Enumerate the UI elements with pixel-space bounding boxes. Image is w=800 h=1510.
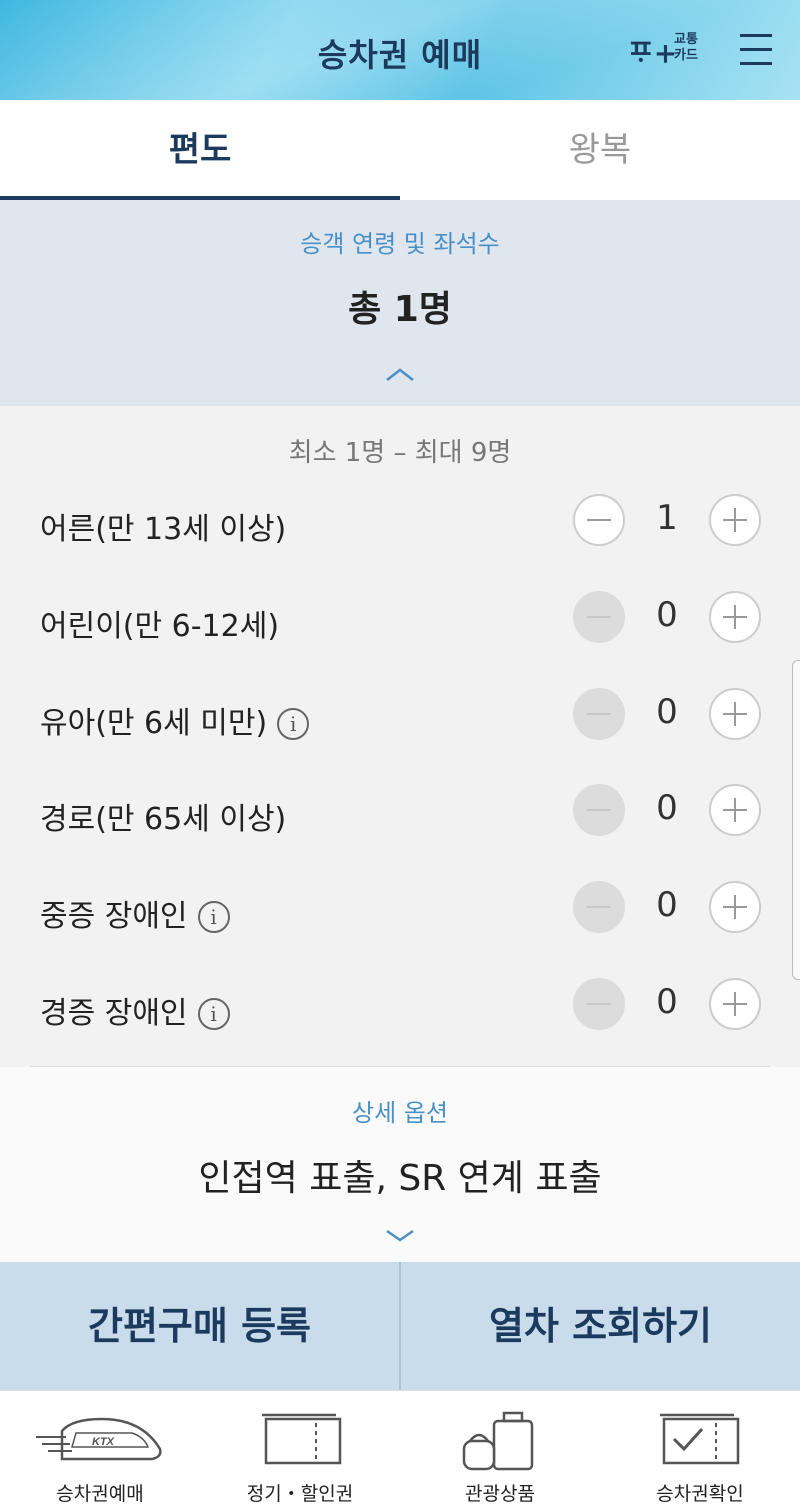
- transport-card-line1: 교통: [674, 32, 698, 47]
- nav-item-ticket-check[interactable]: 승차권확인: [600, 1391, 800, 1510]
- decrement-button[interactable]: [573, 591, 625, 643]
- passenger-row-infant: 유아(만 6세 미만) i 0: [0, 668, 800, 764]
- ktx-train-icon: KTX: [36, 1417, 162, 1461]
- tab-round-trip[interactable]: 왕복: [400, 100, 800, 200]
- increment-button[interactable]: [709, 881, 761, 933]
- search-trains-button[interactable]: 열차 조회하기: [401, 1262, 800, 1390]
- passenger-row-severe-disability: 중증 장애인 i 0: [0, 861, 800, 957]
- decrement-button[interactable]: [573, 494, 625, 546]
- side-scroll-handle[interactable]: [792, 660, 800, 980]
- passenger-label-text: 유아(만 6세 미만): [40, 706, 268, 741]
- passenger-count: 0: [656, 982, 678, 1022]
- info-icon[interactable]: i: [197, 901, 230, 933]
- passenger-total: 총 1명: [348, 289, 452, 330]
- nav-label: 승차권예매: [56, 1483, 144, 1505]
- passenger-count: 0: [656, 885, 678, 925]
- info-icon[interactable]: i: [277, 708, 310, 740]
- passenger-label: 어른(만 13세 이상): [40, 504, 286, 548]
- nav-label: 관광상품: [465, 1483, 535, 1505]
- passenger-row-adult: 어른(만 13세 이상) 1: [0, 474, 800, 570]
- passenger-label: 어린이(만 6-12세): [40, 601, 279, 645]
- transport-card-mark: ᄑᆞ+: [628, 37, 678, 70]
- options-section-label: 상세 옵션: [352, 1099, 448, 1127]
- passenger-row-senior: 경로(만 65세 이상) 0: [0, 764, 800, 860]
- app-header: 승차권 예매 ᄑᆞ+ 교통 카드: [0, 0, 800, 100]
- passenger-label-text: 경로(만 65세 이상): [40, 802, 287, 837]
- chevron-up-icon[interactable]: [384, 364, 416, 384]
- options-value: 인접역 표출, SR 연계 표출: [198, 1158, 602, 1199]
- passenger-label: 유아(만 6세 미만) i: [40, 698, 310, 742]
- passenger-count: 1: [656, 498, 678, 538]
- transport-card-logo[interactable]: ᄑᆞ+ 교통 카드: [628, 30, 708, 70]
- detail-options[interactable]: 상세 옵션 인접역 표출, SR 연계 표출: [0, 1067, 800, 1262]
- passenger-label-text: 경증 장애인: [40, 996, 188, 1031]
- increment-button[interactable]: [709, 978, 761, 1030]
- passenger-counter-panel: 최소 1명 – 최대 9명 어른(만 13세 이상) 1 어린이(만 6-12세…: [0, 406, 800, 1066]
- passenger-range-note: 최소 1명 – 최대 9명: [288, 438, 512, 468]
- ktx-badge-text: KTX: [92, 1436, 115, 1448]
- decrement-button[interactable]: [573, 978, 625, 1030]
- increment-button[interactable]: [709, 494, 761, 546]
- increment-button[interactable]: [709, 784, 761, 836]
- action-bar: 간편구매 등록 열차 조회하기: [0, 1262, 800, 1390]
- decrement-button[interactable]: [573, 688, 625, 740]
- nav-label: 승차권확인: [656, 1483, 744, 1505]
- nav-item-ticket-booking[interactable]: KTX 승차권예매: [0, 1391, 200, 1510]
- ticket-icon: [262, 1413, 342, 1465]
- increment-button[interactable]: [709, 591, 761, 643]
- passenger-label: 경증 장애인 i: [40, 988, 230, 1032]
- tab-one-way[interactable]: 편도: [0, 100, 400, 200]
- transport-card-text: 교통 카드: [674, 32, 698, 64]
- bottom-navigation: KTX 승차권예매 정기・할인권 관광상품 승차권확인: [0, 1390, 800, 1510]
- increment-button[interactable]: [709, 688, 761, 740]
- passenger-count: 0: [656, 788, 678, 828]
- quick-purchase-register-button[interactable]: 간편구매 등록: [0, 1262, 399, 1390]
- hamburger-menu-icon[interactable]: [740, 32, 774, 68]
- trip-type-tabs: 편도 왕복: [0, 100, 800, 200]
- transport-card-line2: 카드: [674, 48, 698, 63]
- luggage-icon: [462, 1411, 534, 1471]
- passenger-label: 경로(만 65세 이상): [40, 794, 286, 838]
- decrement-button[interactable]: [573, 784, 625, 836]
- passenger-count: 0: [656, 692, 678, 732]
- passenger-label-text: 어른(만 13세 이상): [40, 512, 287, 547]
- ticket-check-icon: [660, 1413, 740, 1465]
- nav-label: 정기・할인권: [246, 1483, 354, 1505]
- passenger-section-label: 승객 연령 및 좌석수: [300, 230, 500, 258]
- passenger-row-mild-disability: 경증 장애인 i 0: [0, 958, 800, 1054]
- chevron-down-icon[interactable]: [384, 1225, 416, 1245]
- nav-item-commuter-discount[interactable]: 정기・할인권: [200, 1391, 400, 1510]
- passenger-label-text: 중증 장애인: [40, 899, 188, 934]
- passenger-summary[interactable]: 승객 연령 및 좌석수 총 1명: [0, 200, 800, 406]
- passenger-count: 0: [656, 595, 678, 635]
- info-icon[interactable]: i: [197, 998, 230, 1030]
- passenger-label-text: 어린이(만 6-12세): [40, 609, 280, 644]
- nav-item-tour-products[interactable]: 관광상품: [400, 1391, 600, 1510]
- passenger-row-child: 어린이(만 6-12세) 0: [0, 571, 800, 667]
- passenger-label: 중증 장애인 i: [40, 891, 230, 935]
- decrement-button[interactable]: [573, 881, 625, 933]
